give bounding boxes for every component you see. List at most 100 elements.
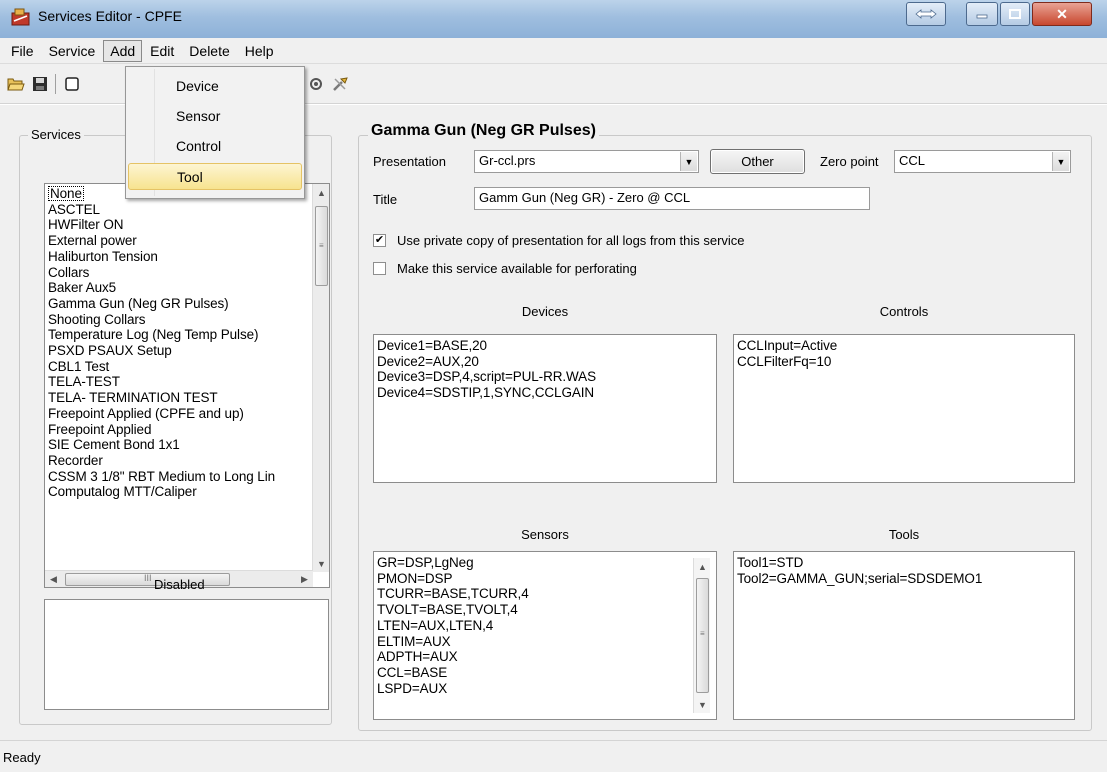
close-button[interactable]: ✕ <box>1032 2 1092 26</box>
list-item[interactable]: Device1=BASE,20 <box>374 338 716 354</box>
list-item[interactable]: Recorder <box>45 453 312 469</box>
devices-header: Devices <box>521 304 569 319</box>
menu-bar: File Service Add Edit Delete Help <box>0 38 1107 64</box>
scroll-right-arrow-icon[interactable]: ▶ <box>296 571 313 587</box>
window-title: Services Editor - CPFE <box>38 8 182 24</box>
list-item[interactable]: PSXD PSAUX Setup <box>45 343 312 359</box>
controls-list[interactable]: CCLInput=Active CCLFilterFq=10 <box>733 334 1075 483</box>
maximize-icon <box>1009 9 1021 19</box>
maximize-button[interactable] <box>1000 2 1030 26</box>
scroll-up-arrow-icon[interactable]: ▲ <box>313 184 329 201</box>
minimize-button[interactable] <box>966 2 998 26</box>
list-item[interactable]: CCLFilterFq=10 <box>734 354 1074 370</box>
menu-service[interactable]: Service <box>42 40 103 62</box>
list-item[interactable]: Gamma Gun (Neg GR Pulses) <box>45 296 312 312</box>
new-document-icon[interactable] <box>62 74 82 94</box>
title-bar[interactable]: Services Editor - CPFE ✕ <box>0 0 1107 38</box>
devices-list[interactable]: Device1=BASE,20 Device2=AUX,20 Device3=D… <box>373 334 717 483</box>
private-copy-checkbox[interactable]: ✔ <box>373 234 386 247</box>
list-item[interactable]: Freepoint Applied <box>45 422 312 438</box>
list-item[interactable]: LSPD=AUX <box>374 681 699 697</box>
list-item[interactable]: HWFilter ON <box>45 217 312 233</box>
menu-help[interactable]: Help <box>238 40 281 62</box>
chevron-down-icon[interactable]: ▼ <box>1052 152 1069 171</box>
list-item[interactable]: CSSM 3 1/8" RBT Medium to Long Lin <box>45 469 312 485</box>
zero-point-select[interactable]: CCL ▼ <box>894 150 1071 173</box>
sensors-header: Sensors <box>521 527 569 542</box>
private-copy-label: Use private copy of presentation for all… <box>397 233 745 248</box>
list-item[interactable]: Device4=SDSTIP,1,SYNC,CCLGAIN <box>374 385 716 401</box>
close-icon: ✕ <box>1056 5 1068 22</box>
list-item[interactable]: TELA- TERMINATION TEST <box>45 390 312 406</box>
list-item[interactable]: Temperature Log (Neg Temp Pulse) <box>45 327 312 343</box>
list-item[interactable]: Shooting Collars <box>45 312 312 328</box>
scroll-thumb[interactable]: ≡ <box>315 206 328 286</box>
menu-edit[interactable]: Edit <box>143 40 181 62</box>
services-list[interactable]: None ASCTEL HWFilter ON External power H… <box>44 183 330 588</box>
status-bar: Ready <box>0 740 1107 772</box>
service-detail-title: Gamma Gun (Neg GR Pulses) <box>368 122 599 140</box>
menu-delete[interactable]: Delete <box>182 40 236 62</box>
list-item[interactable]: Device2=AUX,20 <box>374 354 716 370</box>
services-group-label: Services <box>28 127 84 142</box>
list-item[interactable]: ELTIM=AUX <box>374 634 699 650</box>
minimize-icon <box>976 14 988 19</box>
list-item[interactable]: CBL1 Test <box>45 359 312 375</box>
disabled-list[interactable] <box>44 599 329 710</box>
sensors-list[interactable]: GR=DSP,LgNeg PMON=DSP TCURR=BASE,TCURR,4… <box>373 551 717 720</box>
tools-wrench-icon[interactable] <box>330 74 350 94</box>
menu-item-tool[interactable]: Tool <box>128 163 302 190</box>
list-item[interactable]: CCL=BASE <box>374 665 699 681</box>
menu-item-control[interactable]: Control <box>128 133 302 160</box>
zero-point-value: CCL <box>899 153 926 168</box>
open-folder-icon[interactable] <box>6 74 26 94</box>
list-item[interactable]: TCURR=BASE,TCURR,4 <box>374 586 699 602</box>
list-item[interactable]: External power <box>45 233 312 249</box>
save-icon[interactable] <box>30 74 50 94</box>
tools-list[interactable]: Tool1=STD Tool2=GAMMA_GUN;serial=SDSDEMO… <box>733 551 1075 720</box>
perforating-checkbox[interactable] <box>373 262 386 275</box>
other-button[interactable]: Other <box>710 149 805 174</box>
list-item[interactable]: TELA-TEST <box>45 374 312 390</box>
list-item[interactable]: ASCTEL <box>45 202 312 218</box>
menu-file[interactable]: File <box>4 40 41 62</box>
list-item[interactable]: Tool1=STD <box>734 555 1074 571</box>
menu-item-device[interactable]: Device <box>128 73 302 100</box>
list-item[interactable]: Tool2=GAMMA_GUN;serial=SDSDEMO1 <box>734 571 1074 587</box>
scroll-thumb[interactable]: ≡ <box>696 578 709 693</box>
tool-settings-icon[interactable] <box>306 74 326 94</box>
disabled-label: Disabled <box>154 577 205 592</box>
list-item[interactable]: PMON=DSP <box>374 571 699 587</box>
sensors-vertical-scrollbar[interactable]: ▲ ≡ ▼ <box>693 558 710 713</box>
list-item[interactable]: TVOLT=BASE,TVOLT,4 <box>374 602 699 618</box>
app-icon <box>11 8 30 26</box>
list-item[interactable]: CCLInput=Active <box>734 338 1074 354</box>
scroll-down-arrow-icon[interactable]: ▼ <box>694 696 711 713</box>
menu-item-sensor[interactable]: Sensor <box>128 103 302 130</box>
scroll-left-arrow-icon[interactable]: ◀ <box>45 571 62 587</box>
scroll-up-arrow-icon[interactable]: ▲ <box>694 558 711 575</box>
list-item[interactable]: Computalog MTT/Caliper <box>45 484 312 500</box>
list-item[interactable]: SIE Cement Bond 1x1 <box>45 437 312 453</box>
list-item[interactable]: GR=DSP,LgNeg <box>374 555 699 571</box>
arrows-horizontal-icon <box>915 9 937 19</box>
scroll-down-arrow-icon[interactable]: ▼ <box>313 555 329 572</box>
menu-add[interactable]: Add <box>103 39 143 62</box>
restore-layout-button[interactable] <box>906 2 946 26</box>
list-item[interactable]: Baker Aux5 <box>45 280 312 296</box>
list-item[interactable]: Freepoint Applied (CPFE and up) <box>45 406 312 422</box>
chevron-down-icon[interactable]: ▼ <box>680 152 697 171</box>
presentation-select[interactable]: Gr-ccl.prs ▼ <box>474 150 699 173</box>
title-input[interactable]: Gamm Gun (Neg GR) - Zero @ CCL <box>474 187 870 210</box>
zero-point-label: Zero point <box>820 154 879 169</box>
presentation-label: Presentation <box>373 154 446 169</box>
perforating-label: Make this service available for perforat… <box>397 261 637 276</box>
list-item[interactable]: ADPTH=AUX <box>374 649 699 665</box>
services-vertical-scrollbar[interactable]: ▲ ≡ ▼ <box>312 184 329 572</box>
scroll-thumb-horizontal[interactable]: III <box>65 573 230 586</box>
list-item[interactable]: Haliburton Tension <box>45 249 312 265</box>
list-item[interactable]: Collars <box>45 265 312 281</box>
list-item[interactable]: Device3=DSP,4,script=PUL-RR.WAS <box>374 369 716 385</box>
tools-header: Tools <box>888 527 920 542</box>
list-item[interactable]: LTEN=AUX,LTEN,4 <box>374 618 699 634</box>
